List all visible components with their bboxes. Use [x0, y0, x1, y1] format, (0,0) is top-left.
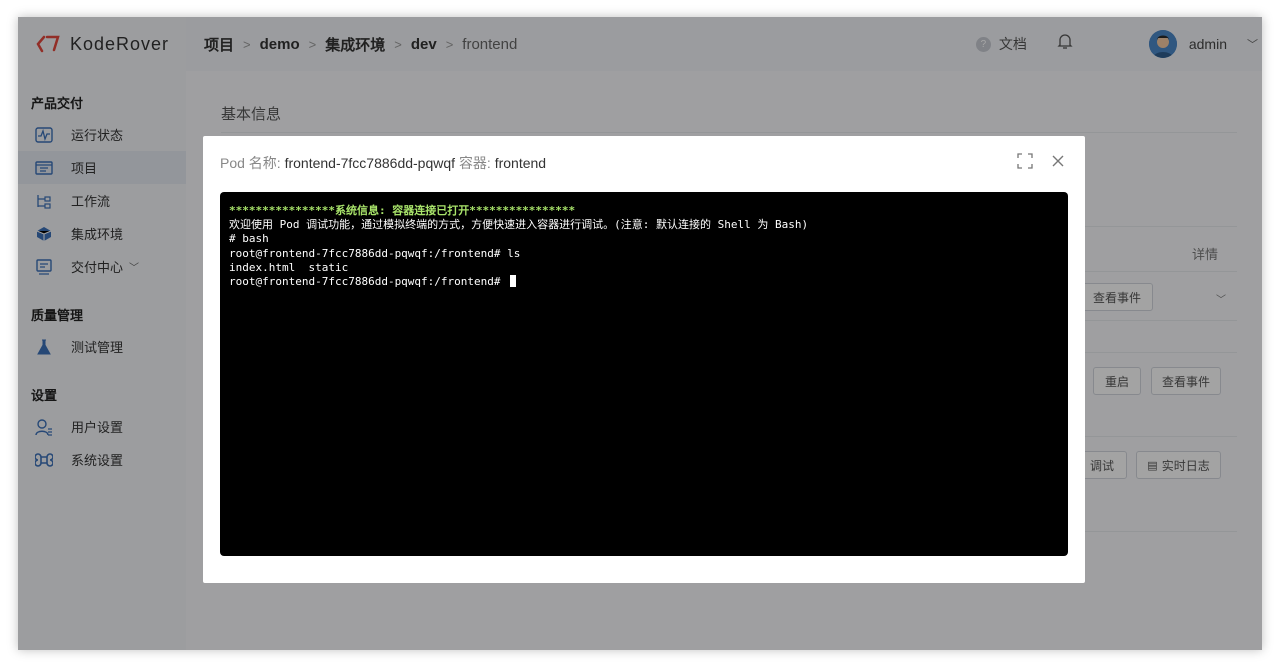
- pod-name: frontend-7fcc7886dd-pqwqf: [284, 155, 456, 171]
- container-name: frontend: [494, 155, 547, 171]
- terminal-line: 欢迎使用 Pod 调试功能，通过模拟终端的方式，方便快速进入容器进行调试。(注意…: [229, 218, 809, 232]
- terminal-line: ****************系统信息: 容器连接已打开***********…: [229, 204, 576, 217]
- terminal-line: # bash: [229, 232, 269, 246]
- terminal-cursor: [510, 275, 517, 288]
- terminal-line: index.html static: [229, 260, 349, 274]
- terminal[interactable]: ****************系统信息: 容器连接已打开***********…: [220, 192, 1068, 556]
- close-icon[interactable]: [1051, 154, 1065, 173]
- dialog-actions: [1017, 153, 1065, 174]
- terminal-line: root@frontend-7fcc7886dd-pqwqf:/frontend…: [229, 246, 521, 260]
- terminal-prompt-line: root@frontend-7fcc7886dd-pqwqf:/frontend…: [229, 275, 1059, 289]
- app-window: KodeRover 产品交付 运行状态 项目 工作流 集成环境 交付中心 ﹀ 质…: [18, 17, 1262, 650]
- dialog-title: Pod 名称: frontend-7fcc7886dd-pqwqf 容器: fr…: [220, 153, 546, 173]
- fullscreen-icon[interactable]: [1017, 153, 1033, 174]
- container-label: 容器:: [458, 155, 491, 171]
- terminal-prompt: root@frontend-7fcc7886dd-pqwqf:/frontend…: [229, 275, 508, 289]
- pod-name-label: Pod 名称:: [220, 155, 281, 171]
- pod-debug-dialog: Pod 名称: frontend-7fcc7886dd-pqwqf 容器: fr…: [203, 136, 1085, 583]
